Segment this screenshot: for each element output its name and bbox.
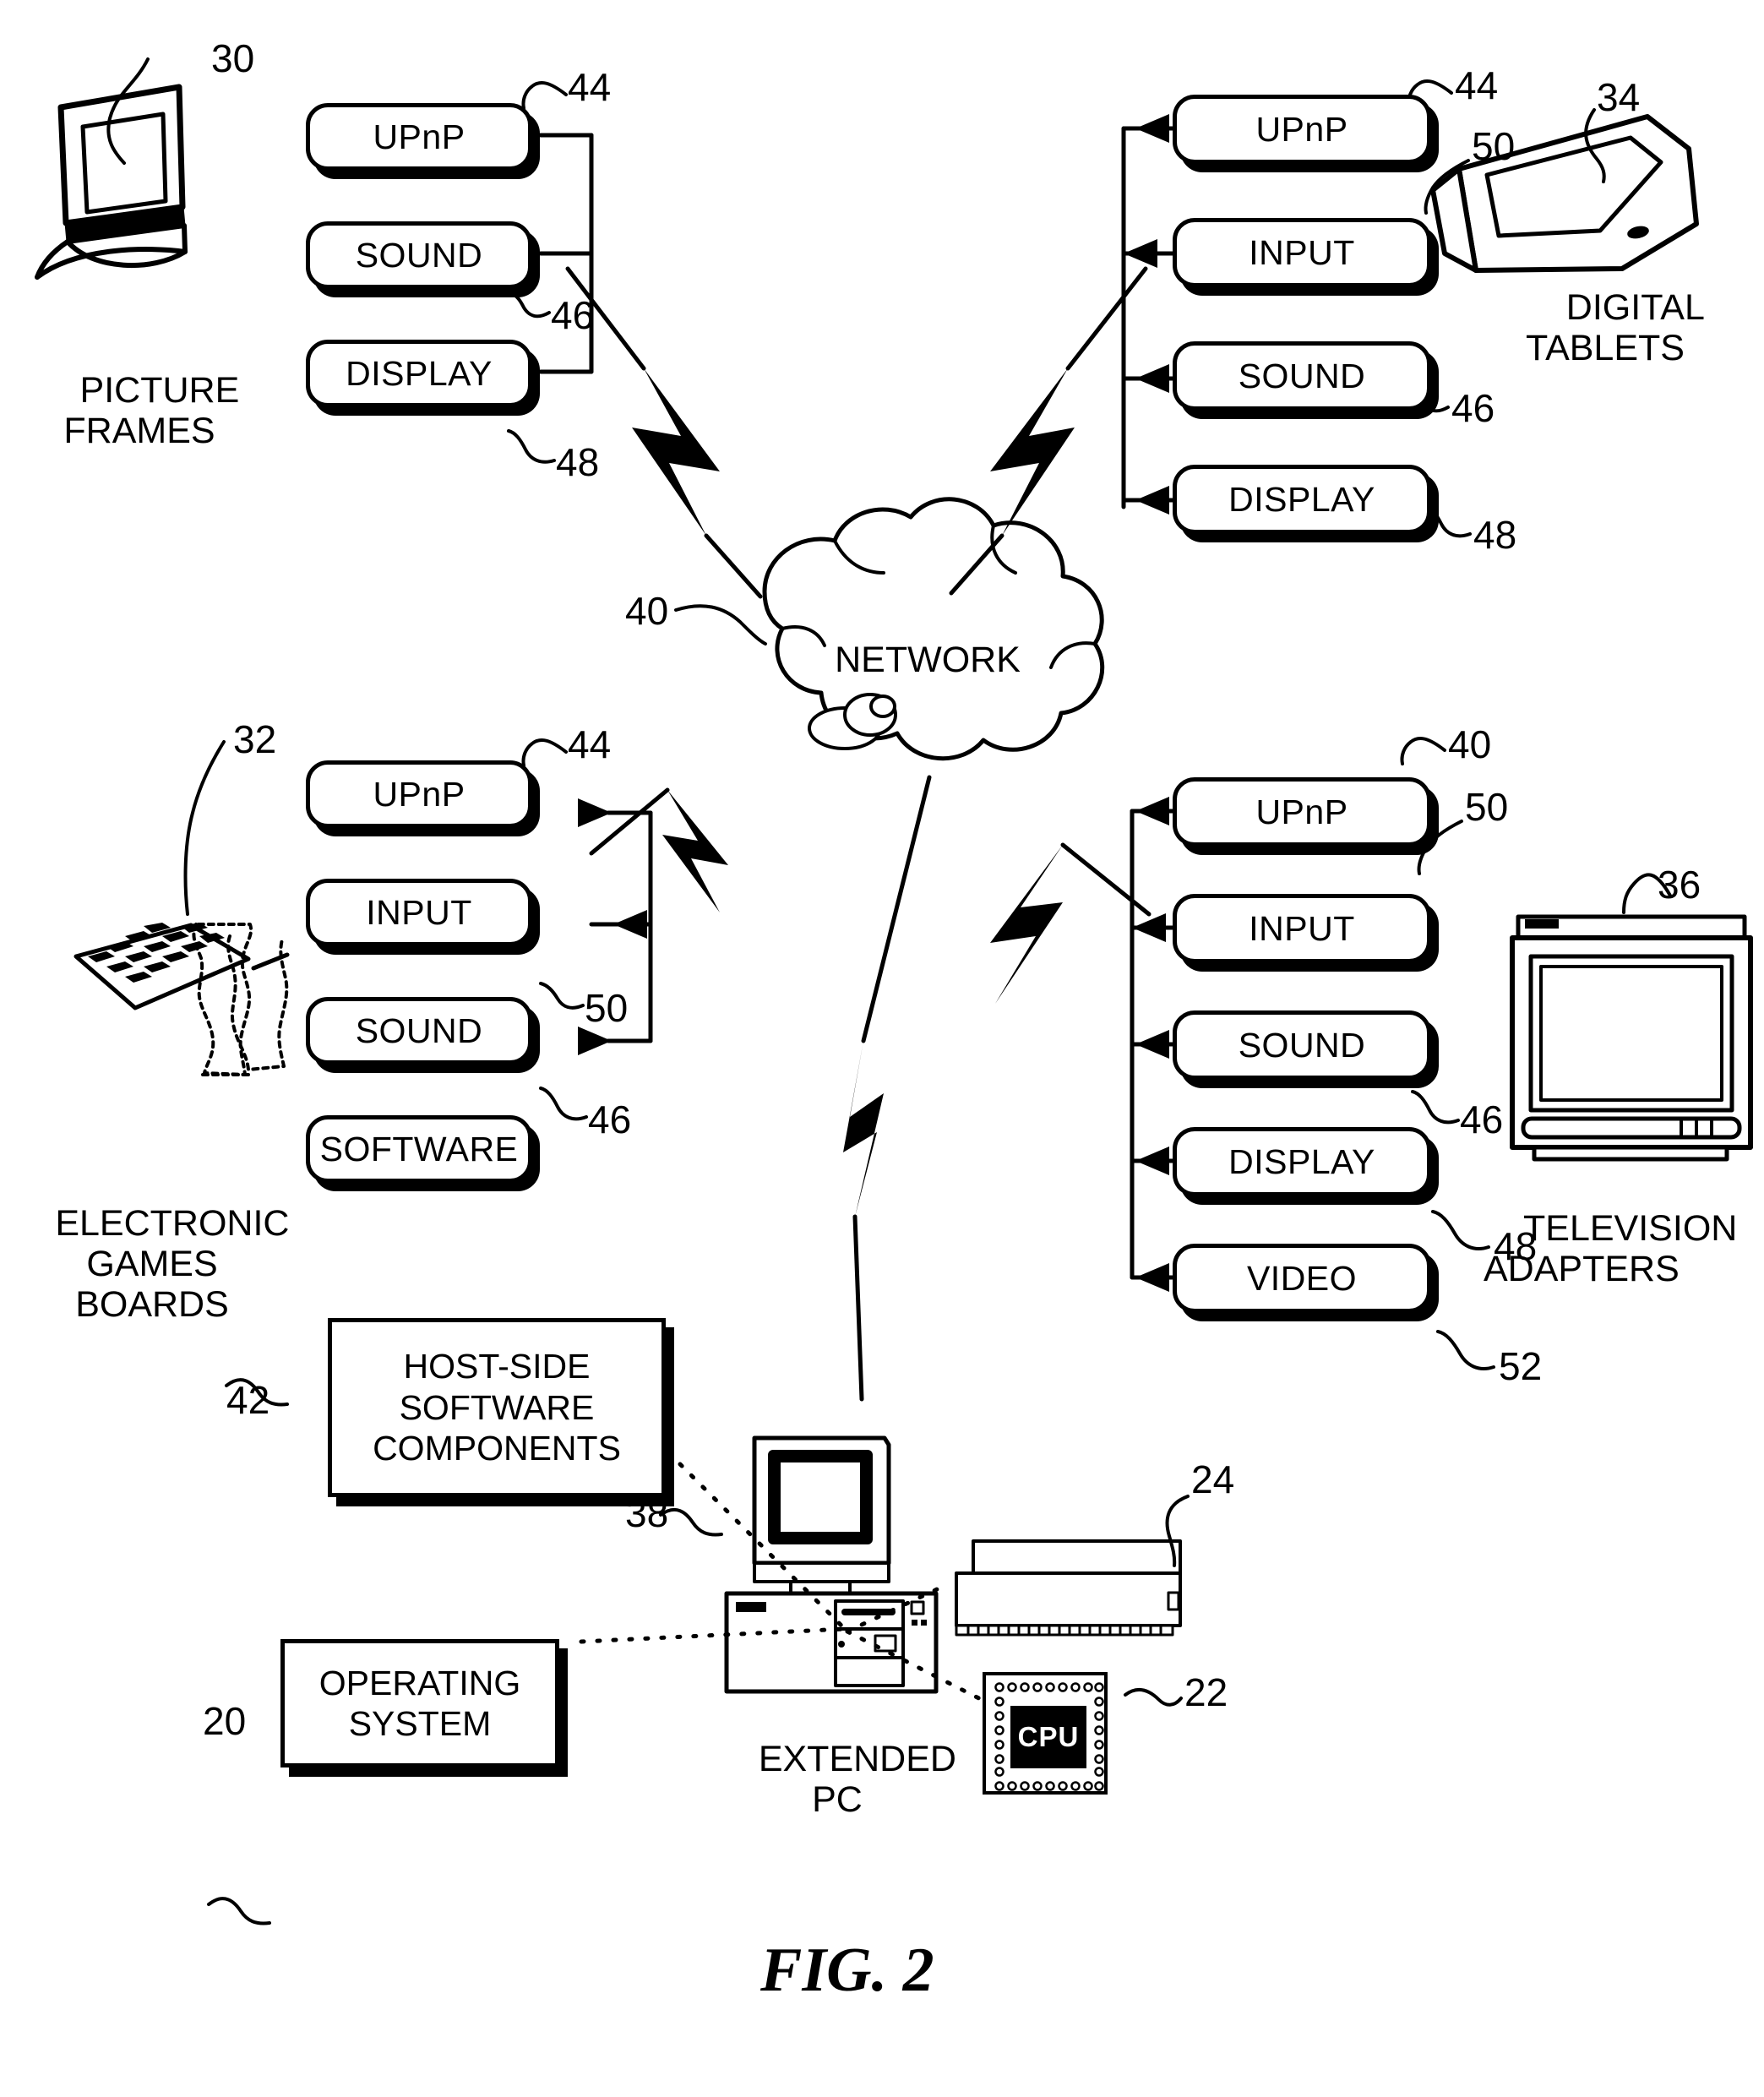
module-box-television-adapters-video[interactable]: VIDEO (1173, 1244, 1431, 1313)
module-label: UPnP (1255, 109, 1348, 149)
module-box-picture-frames-sound[interactable]: SOUND (306, 221, 532, 289)
module-label: UPnP (373, 774, 466, 814)
module-label: SOUND (355, 1010, 483, 1050)
bus-digital-tablets (1121, 126, 1175, 509)
module-label: INPUT (1249, 232, 1355, 272)
device-label-picture-frames: PICTURE FRAMES (25, 330, 253, 493)
operating-system-label: OPERATING SYSTEM (318, 1663, 521, 1743)
module-box-games-boards-sound[interactable]: SOUND (306, 997, 532, 1065)
device-label-games-boards: ELECTRONIC GAMES BOARDS (8, 1163, 296, 1366)
network-label: NETWORK (835, 640, 1021, 680)
ref-number-gb-46: 46 (588, 1098, 632, 1141)
module-box-picture-frames-upnp[interactable]: UPnP (306, 103, 532, 171)
device-label-text: PICTURE FRAMES (63, 370, 240, 452)
module-box-television-adapters-upnp[interactable]: UPnP (1173, 777, 1431, 847)
cpu-label: CPU (1017, 1721, 1080, 1752)
ref-number-tv-50: 50 (1465, 785, 1509, 829)
ref-number-pf-44: 44 (568, 65, 612, 109)
ref-number-32: 32 (233, 717, 277, 761)
ref-number-dt-48: 48 (1473, 513, 1517, 557)
ref-number-36: 36 (1658, 863, 1701, 907)
ref-number-tv-52: 52 (1499, 1344, 1543, 1388)
module-box-television-adapters-sound[interactable]: SOUND (1173, 1010, 1431, 1080)
cpu-chip: CPU (983, 1672, 1108, 1795)
game-board-icon (74, 923, 251, 1010)
module-label: SOFTWARE (319, 1129, 519, 1168)
device-label-text: DIGITAL TABLETS (1526, 287, 1705, 369)
ref-number-tv-48: 48 (1494, 1224, 1538, 1268)
module-box-digital-tablets-display[interactable]: DISPLAY (1173, 465, 1431, 534)
module-label: INPUT (1249, 908, 1355, 948)
ref-number-34: 34 (1597, 75, 1641, 119)
expansion-card-icon (955, 1539, 1182, 1637)
device-label-digital-tablets: DIGITAL TABLETS (1526, 247, 1764, 410)
ref-number-38: 38 (625, 1491, 669, 1535)
ref-number-24: 24 (1191, 1457, 1235, 1501)
ref-number-gb-50: 50 (585, 986, 629, 1030)
network-cloud (762, 497, 1105, 761)
module-label: UPnP (373, 117, 466, 156)
ref-number-42: 42 (226, 1378, 270, 1422)
patent-figure-page: UPnP SOUND DISPLAY PICTURE FRAMES 30 44 … (0, 0, 1764, 2097)
module-label: SOUND (1238, 1025, 1366, 1065)
ref-number-tv-46: 46 (1460, 1098, 1504, 1141)
module-box-television-adapters-input[interactable]: INPUT (1173, 894, 1431, 963)
module-label: SOUND (355, 235, 483, 275)
ref-number-22: 22 (1184, 1670, 1228, 1714)
ref-number-tv-40: 40 (1448, 722, 1492, 766)
module-label: DISPLAY (346, 353, 493, 393)
module-box-picture-frames-display[interactable]: DISPLAY (306, 340, 532, 407)
module-box-digital-tablets-input[interactable]: INPUT (1173, 218, 1431, 287)
ref-number-gb-44: 44 (568, 722, 612, 766)
ref-number-dt-44: 44 (1455, 63, 1499, 107)
ref-number-pf-46: 46 (551, 293, 595, 337)
module-box-games-boards-upnp[interactable]: UPnP (306, 760, 532, 828)
cpu-core: CPU (1010, 1706, 1086, 1768)
module-box-television-adapters-display[interactable]: DISPLAY (1173, 1127, 1431, 1196)
module-box-games-boards-software[interactable]: SOFTWARE (306, 1115, 532, 1183)
ref-number-pf-48: 48 (556, 440, 600, 484)
ref-number-30: 30 (211, 36, 255, 80)
operating-system-box[interactable]: OPERATING SYSTEM (280, 1639, 559, 1767)
module-label: VIDEO (1246, 1258, 1358, 1298)
device-label-text: ELECTRONIC GAMES BOARDS (55, 1203, 290, 1326)
extended-pc-label: EXTENDED PC (698, 1698, 977, 1861)
module-label: INPUT (366, 892, 472, 932)
extended-pc-label-text: EXTENDED PC (758, 1739, 956, 1821)
ref-number-dt-50: 50 (1472, 124, 1516, 168)
television-adapter-icon (1510, 914, 1753, 1162)
ref-number-20: 20 (203, 1699, 247, 1743)
figure-caption: FIG. 2 (760, 1936, 934, 2005)
wireless-link-bolts (632, 368, 1075, 1217)
module-box-digital-tablets-upnp[interactable]: UPnP (1173, 95, 1431, 164)
ref-number-40-network: 40 (625, 589, 669, 633)
ref-number-dt-46: 46 (1451, 386, 1495, 430)
host-side-software-components-box[interactable]: HOST-SIDE SOFTWARE COMPONENTS (328, 1318, 666, 1497)
extended-pc-icon (724, 1435, 939, 1694)
module-label: DISPLAY (1228, 1141, 1375, 1181)
module-box-games-boards-input[interactable]: INPUT (306, 879, 532, 946)
module-box-digital-tablets-sound[interactable]: SOUND (1173, 341, 1431, 411)
host-side-software-components-label: HOST-SIDE SOFTWARE COMPONENTS (373, 1347, 621, 1468)
module-label: UPnP (1255, 792, 1348, 831)
module-label: SOUND (1238, 356, 1366, 395)
module-label: DISPLAY (1228, 479, 1375, 519)
